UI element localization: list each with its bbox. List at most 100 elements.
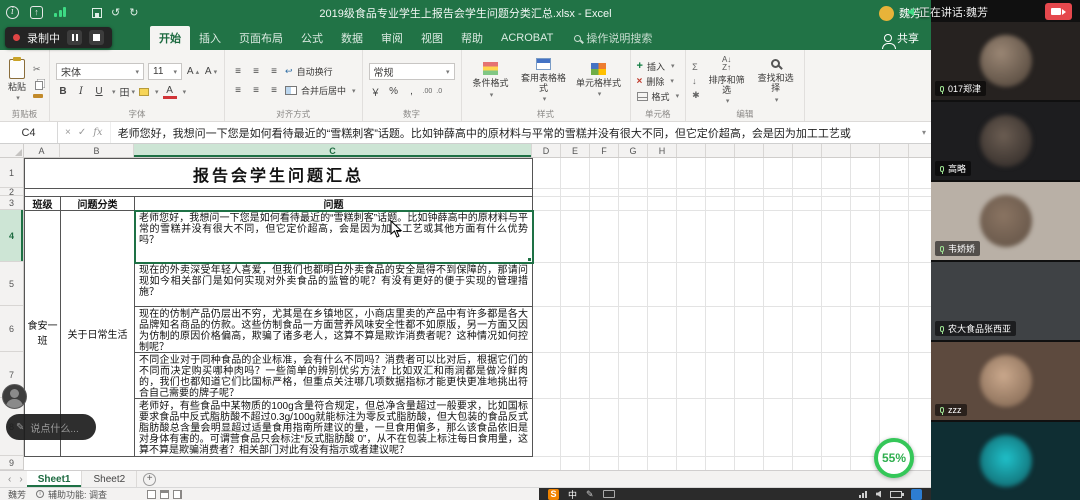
align-top-icon[interactable]: ≡ (231, 64, 245, 79)
fill-handle[interactable] (527, 257, 532, 262)
cell-c6[interactable]: 现在的仿制产品仍层出不穷，尤其是在乡镇地区，小商店里卖的产品中有许多都是各大品牌… (135, 307, 533, 353)
ime-pen-icon[interactable]: ✎ (586, 489, 594, 500)
tab-review[interactable]: 审阅 (372, 26, 412, 50)
participant-tile[interactable]: zzz (931, 342, 1080, 420)
cell-c8[interactable]: 老师好，有些食品中某物质的100g含量符合规定，但总净含量超过一般要求，比如国标… (135, 399, 533, 457)
accessibility-status[interactable]: i 辅助功能: 调查 (36, 488, 107, 500)
row-header-2[interactable]: 2 (0, 188, 23, 196)
find-select-button[interactable]: 查找和选择▾ (754, 57, 798, 105)
redo-icon[interactable]: ↻ (129, 8, 138, 19)
name-box[interactable]: C4 (0, 122, 58, 143)
header-cell-class[interactable]: 班级 (25, 197, 61, 211)
battery-icon[interactable] (890, 491, 902, 498)
cell-c4-selected[interactable]: 老师您好，我想问一下您是如何看待最近的“雪糕刺客”话题。比如钟薛高中的原材料与平… (135, 211, 533, 263)
sheet-nav-left-icon[interactable]: ‹ (4, 471, 15, 487)
select-all-corner[interactable] (0, 144, 24, 157)
header-cell-category[interactable]: 问题分类 (61, 197, 135, 211)
column-header-f[interactable]: F (590, 144, 619, 157)
underline-button[interactable]: U (92, 84, 106, 99)
participant-tile[interactable]: 高略 (931, 102, 1080, 180)
sheet-tab-sheet2[interactable]: Sheet2 (82, 471, 137, 487)
format-painter-icon[interactable] (33, 94, 43, 98)
tell-me-search[interactable]: 操作说明搜索 (574, 30, 652, 46)
normal-view-icon[interactable] (147, 490, 156, 499)
font-name-combo[interactable]: 宋体▾ (56, 63, 144, 80)
autosum-icon[interactable]: Σ (692, 62, 700, 72)
participant-tile[interactable]: 韦娇娇 (931, 182, 1080, 260)
chat-input[interactable]: ✎ 说点什么... (6, 414, 96, 440)
ime-sogou-icon[interactable]: S (548, 489, 559, 500)
column-header-e[interactable]: E (561, 144, 590, 157)
align-center-icon[interactable]: ≡ (249, 83, 263, 98)
paste-button[interactable]: 粘贴▾ (6, 59, 28, 103)
network-icon[interactable] (859, 491, 867, 498)
participant-tile[interactable] (931, 422, 1080, 500)
group-label-number[interactable]: 数字 (363, 108, 461, 120)
clear-icon[interactable]: ✱ (692, 90, 700, 101)
insert-cells-button[interactable]: + 插入▾ (637, 60, 680, 73)
fill-icon[interactable]: ↓ (692, 76, 700, 86)
font-color-icon[interactable]: A (163, 84, 177, 99)
align-left-icon[interactable]: ≡ (231, 83, 245, 98)
tab-page-layout[interactable]: 页面布局 (230, 26, 292, 50)
column-header-d[interactable]: D (532, 144, 561, 157)
sheet-area[interactable]: 报告会学生问题汇总 班级 问题分类 问题 食安一班 关于日常生活 老师您好，我想… (24, 158, 931, 470)
page-layout-view-icon[interactable] (160, 490, 169, 499)
row-header-4[interactable]: 4 (0, 210, 23, 262)
table-title-cell[interactable]: 报告会学生问题汇总 (25, 159, 533, 189)
tray-app-icon[interactable] (911, 489, 922, 500)
align-middle-icon[interactable]: ≡ (249, 64, 263, 79)
group-label-clipboard[interactable]: 剪贴板 (0, 108, 49, 120)
cell-c7[interactable]: 不同企业对于同种食品的企业标准，会有什么不同吗？消费者可以比对后，根据它们的不同… (135, 353, 533, 399)
comma-icon[interactable]: , (405, 84, 419, 99)
share-button[interactable]: 共享 (884, 30, 919, 46)
group-label-alignment[interactable]: 对齐方式 (225, 108, 362, 120)
pause-recording-button[interactable] (67, 30, 82, 45)
decrease-decimal-icon[interactable]: .0 (436, 88, 442, 95)
group-label-cells[interactable]: 单元格 (631, 108, 686, 120)
column-header-g[interactable]: G (619, 144, 648, 157)
stop-recording-button[interactable] (89, 30, 104, 45)
battery-optimizer-badge[interactable]: 55% (874, 438, 914, 478)
cell-c5[interactable]: 现在的外卖深受年轻人喜爱，但我们也都明白外卖食品的安全是得不到保障的，那请问现如… (135, 263, 533, 307)
borders-icon[interactable]: 田▾ (120, 84, 136, 99)
column-header-b[interactable]: B (60, 144, 134, 157)
undo-icon[interactable]: ↺ (111, 8, 120, 19)
row-header-3[interactable]: 3 (0, 196, 23, 210)
ime-language-indicator[interactable]: 中 (568, 488, 577, 500)
add-sheet-button[interactable]: + (143, 473, 156, 486)
merge-center-button[interactable]: 合并后居中 (301, 84, 346, 97)
enter-icon[interactable]: ✓ (78, 127, 86, 138)
sort-filter-button[interactable]: A↓Z↑ 排序和筛选▾ (705, 56, 749, 107)
tab-acrobat[interactable]: ACROBAT (492, 28, 562, 48)
cancel-icon[interactable]: × (65, 127, 71, 138)
align-bottom-icon[interactable]: ≡ (267, 64, 281, 79)
fill-color-icon[interactable] (139, 88, 149, 96)
formula-input[interactable]: 老师您好，我想问一下您是如何看待最近的“雪糕刺客”话题。比如钟薛高中的原材料与平… (111, 122, 917, 143)
ime-keyboard-icon[interactable] (603, 490, 615, 498)
row-header-5[interactable]: 5 (0, 262, 23, 306)
sheet-nav-right-icon[interactable]: › (15, 471, 26, 487)
participant-tile[interactable]: 农大食品张西亚 (931, 262, 1080, 340)
sheet-tab-sheet1[interactable]: Sheet1 (27, 471, 83, 487)
grow-font-button[interactable]: A▴ (186, 64, 200, 79)
share-screen-icon[interactable]: ↑ (30, 6, 43, 19)
cell-styles-button[interactable]: 单元格样式▾ (574, 63, 624, 99)
font-size-combo[interactable]: 11▾ (148, 63, 182, 80)
align-right-icon[interactable]: ≡ (267, 83, 281, 98)
format-cells-button[interactable]: 格式▾ (637, 90, 680, 103)
tab-help[interactable]: 帮助 (452, 26, 492, 50)
tab-formulas[interactable]: 公式 (292, 26, 332, 50)
empty-row[interactable] (25, 189, 533, 197)
column-header-a[interactable]: A (24, 144, 60, 157)
copy-icon[interactable] (35, 81, 43, 90)
floating-member-avatar[interactable] (2, 384, 27, 409)
shrink-font-button[interactable]: A▾ (204, 64, 218, 79)
page-break-view-icon[interactable] (173, 490, 182, 499)
delete-cells-button[interactable]: × 删除▾ (637, 75, 680, 88)
tab-insert[interactable]: 插入 (190, 26, 230, 50)
conditional-formatting-button[interactable]: 条件格式▾ (468, 62, 514, 99)
italic-button[interactable]: I (74, 84, 88, 99)
expand-formula-bar-icon[interactable]: ▾ (917, 122, 931, 143)
bold-button[interactable]: B (56, 84, 70, 99)
